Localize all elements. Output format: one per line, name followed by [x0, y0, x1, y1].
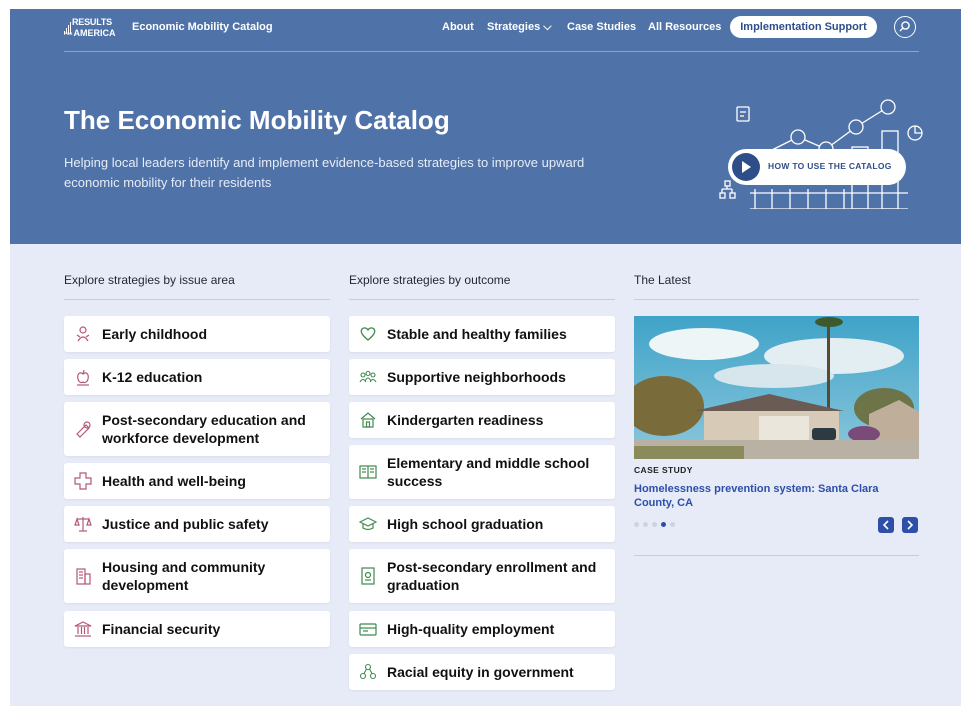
people-icon	[359, 370, 377, 383]
logo-line2: FORAMERICA	[64, 28, 115, 39]
outcome-label: High school graduation	[387, 516, 544, 532]
outcome-card-employment[interactable]: High-quality employment	[349, 611, 615, 647]
issue-card-k12-education[interactable]: K-12 education	[64, 359, 330, 395]
outcome-card-high-school[interactable]: High school graduation	[349, 506, 615, 542]
issue-area-heading: Explore strategies by issue area	[64, 273, 330, 300]
how-to-use-label: HOW TO USE THE CATALOG	[768, 161, 892, 171]
issue-card-financial-security[interactable]: Financial security	[64, 611, 330, 647]
issue-label: Early childhood	[102, 326, 208, 342]
outcome-label: Stable and healthy families	[387, 326, 567, 342]
certificate-icon	[361, 567, 375, 585]
grad-cap-icon	[359, 517, 377, 531]
issue-label: Financial security	[102, 621, 221, 637]
issue-label: Housing and community development	[102, 559, 266, 593]
bank-icon	[74, 621, 92, 637]
book-icon	[359, 465, 377, 479]
logo-line2-text: AMERICA	[73, 28, 116, 38]
carousel-dot-active[interactable]	[661, 522, 666, 527]
nav-about[interactable]: About	[442, 21, 474, 33]
outcome-card-post-secondary-enrollment[interactable]: Post-secondary enrollment and graduation	[349, 549, 615, 603]
logo-line2-prefix: FOR	[64, 30, 73, 36]
search-icon	[899, 21, 910, 32]
hero-banner: RESULTS FORAMERICA Economic Mobility Cat…	[10, 9, 961, 244]
issue-label: Justice and public safety	[102, 516, 269, 532]
issue-card-early-childhood[interactable]: Early childhood	[64, 316, 330, 352]
outcome-card-neighborhoods[interactable]: Supportive neighborhoods	[349, 359, 615, 395]
nav-strategies-dropdown[interactable]: Strategies ⌵	[487, 21, 552, 34]
play-icon	[732, 153, 760, 181]
top-navigation: RESULTS FORAMERICA Economic Mobility Cat…	[64, 9, 919, 52]
outcome-card-kindergarten[interactable]: Kindergarten readiness	[349, 402, 615, 438]
case-study-tag: CASE STUDY	[634, 465, 693, 475]
issue-label: K-12 education	[102, 369, 203, 385]
issue-card-post-secondary[interactable]: Post-secondary education and workforce d…	[64, 402, 330, 456]
outcome-card-racial-equity[interactable]: Racial equity in government	[349, 654, 615, 690]
nav-all-resources[interactable]: All Resources	[648, 21, 721, 33]
baby-icon	[76, 326, 90, 342]
carousel-dot[interactable]	[643, 522, 648, 527]
carousel-dot[interactable]	[670, 522, 675, 527]
case-study-title-link[interactable]: Homelessness prevention system: Santa Cl…	[634, 482, 904, 510]
search-button[interactable]	[894, 16, 916, 38]
hero-subtitle: Helping local leaders identify and imple…	[64, 155, 585, 190]
case-study-house-photo[interactable]	[634, 316, 919, 459]
implementation-support-button[interactable]: Implementation Support	[730, 16, 877, 38]
latest-divider	[634, 555, 919, 556]
site-brand-link[interactable]: Economic Mobility Catalog	[132, 21, 273, 33]
how-to-use-catalog-button[interactable]: HOW TO USE THE CATALOG	[728, 149, 906, 185]
scales-icon	[74, 517, 92, 532]
heart-icon	[360, 327, 376, 341]
chevron-left-icon	[882, 520, 889, 530]
outcome-card-elementary[interactable]: Elementary and middle school success	[349, 445, 615, 499]
issue-card-health[interactable]: Health and well-being	[64, 463, 330, 499]
logo-line1: RESULTS	[72, 17, 112, 27]
outcome-card-stable-families[interactable]: Stable and healthy families	[349, 316, 615, 352]
outcome-label: Racial equity in government	[387, 664, 574, 680]
linked-people-icon	[359, 663, 377, 680]
page-title: The Economic Mobility Catalog	[64, 105, 450, 135]
issue-card-justice[interactable]: Justice and public safety	[64, 506, 330, 542]
carousel-dot[interactable]	[634, 522, 639, 527]
issue-label: Health and well-being	[102, 473, 246, 489]
outcome-label: High-quality employment	[387, 621, 555, 637]
chevron-right-icon	[907, 520, 914, 530]
building-icon	[76, 568, 91, 585]
id-card-icon	[359, 623, 377, 636]
outcome-label: Elementary and middle school success	[387, 455, 590, 489]
carousel-next-button[interactable]	[902, 517, 918, 533]
page-frame: RESULTS FORAMERICA Economic Mobility Cat…	[10, 9, 961, 706]
diploma-icon	[76, 421, 91, 438]
latest-heading: The Latest	[634, 273, 919, 300]
issue-card-housing[interactable]: Housing and community development	[64, 549, 330, 603]
results-for-america-logo[interactable]: RESULTS FORAMERICA	[64, 17, 116, 41]
carousel-dot[interactable]	[652, 522, 657, 527]
outcome-heading: Explore strategies by outcome	[349, 273, 615, 300]
schoolhouse-icon	[360, 412, 376, 428]
outcome-label: Kindergarten readiness	[387, 412, 544, 428]
carousel-prev-button[interactable]	[878, 517, 894, 533]
issue-label: Post-secondary education and workforce d…	[102, 412, 306, 446]
apple-icon	[77, 369, 89, 386]
nav-case-studies[interactable]: Case Studies	[567, 21, 636, 33]
outcome-label: Supportive neighborhoods	[387, 369, 566, 385]
medical-cross-icon	[74, 472, 92, 490]
outcome-label: Post-secondary enrollment and graduation	[387, 559, 597, 593]
